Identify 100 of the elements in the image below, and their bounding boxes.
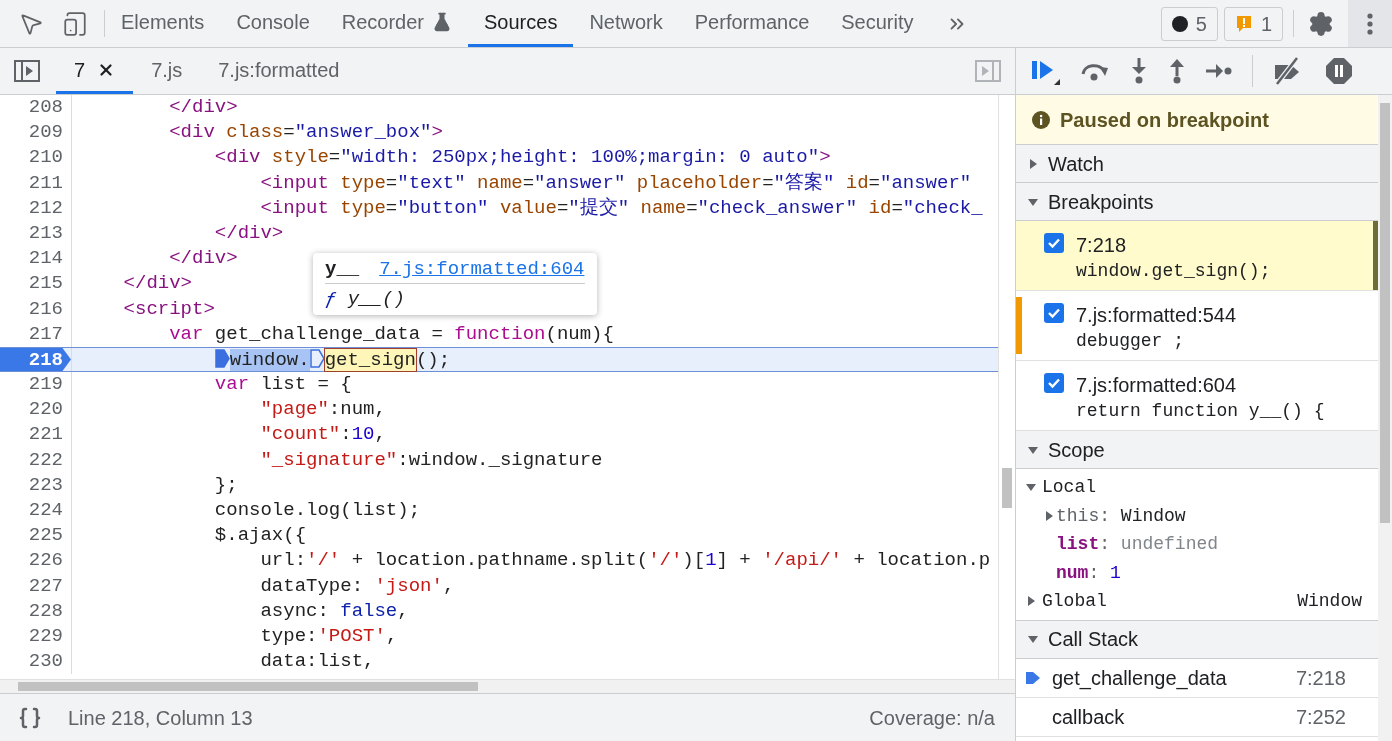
line-number[interactable]: 210 [28,145,71,171]
function-name: y__ [325,257,360,282]
line-number[interactable]: 212 [28,195,71,221]
line-number[interactable]: 214 [28,246,71,272]
code-line: var list = { [213,372,352,398]
line-number[interactable]: 217 [28,321,71,347]
variable[interactable]: list: undefined [1056,530,1219,559]
vertical-scrollbar[interactable] [1378,95,1392,741]
panel-tab[interactable]: Elements [105,0,221,47]
pause-on-exceptions-icon[interactable] [1325,57,1353,85]
sidebar-toggle-icon[interactable] [975,60,1001,82]
menu-button[interactable] [1348,0,1392,47]
code-line: var get_challenge_data = function(num){ [168,321,614,347]
expand-triangle-icon[interactable] [1044,510,1054,521]
stack-frame[interactable]: callback 7:252 [1016,697,1378,737]
line-number[interactable]: 209 [28,120,71,146]
frame-location: 7:218 [1295,665,1346,691]
line-number[interactable]: 224 [28,498,71,524]
issue-counter[interactable]: 1 [1223,6,1283,41]
breakpoint-item[interactable]: 7:218 window.get_sign(); [1016,221,1378,291]
line-number[interactable]: 211 [28,170,71,196]
line-number[interactable]: 222 [28,447,71,473]
more-options-icon [1367,12,1373,35]
navigator-toggle-icon[interactable] [14,60,40,82]
file-tab[interactable]: 7.js:formatted [200,48,358,94]
scope-value: Window [1297,590,1362,613]
variable[interactable]: this: Window [1056,501,1186,530]
stack-frame[interactable]: get_challenge_data 7:218 [1016,658,1378,698]
section-header[interactable]: Watch [1016,145,1378,183]
checkbox[interactable] [1044,373,1064,393]
file-tab[interactable]: 7.js [133,48,201,94]
pretty-print-icon[interactable] [18,705,42,730]
panel-tab[interactable]: Security [825,0,930,47]
cursor-position: Line 218, Column 13 [68,705,253,731]
line-number[interactable]: 221 [28,422,71,448]
scope-name[interactable]: Local [1042,473,1096,502]
triangle-icon[interactable] [1028,158,1038,169]
code-line: </div> [168,246,238,272]
checkbox[interactable] [1044,303,1064,323]
triangle-icon[interactable] [1028,634,1038,644]
line-number[interactable]: 213 [28,220,71,247]
settings-icon[interactable] [1308,10,1334,37]
section-header[interactable]: Breakpoints [1016,183,1378,221]
line-number[interactable]: 216 [28,296,71,322]
step-into-icon[interactable] [1130,58,1148,84]
frame-location: 7:252 [1295,704,1346,730]
triangle-icon[interactable] [1028,444,1038,455]
line-number[interactable]: 225 [28,523,71,549]
paused-banner: Paused on breakpoint [1016,95,1378,145]
line-number[interactable]: 219 [28,372,71,398]
breakpoint-code: debugger ; [1076,330,1186,353]
line-number[interactable]: 229 [28,623,71,650]
source-link[interactable]: 7.js:formatted:604 [379,256,585,282]
vertical-scrollbar[interactable] [998,95,1015,679]
breakpoint-location: 7.js:formatted:604 [1076,373,1238,397]
breakpoint-marker-icon[interactable] [309,348,325,368]
info-icon [1032,110,1050,129]
code-line: type:'POST', [259,623,398,649]
breakpoint-location: 7.js:formatted:544 [1076,303,1237,327]
warning-icon [1234,14,1253,33]
panel-tab[interactable]: Network [573,0,679,47]
code-line: "page":num, [259,397,386,423]
line-number[interactable]: 230 [28,649,71,675]
file-tab[interactable]: 7 [56,48,134,94]
code-line: "count":10, [259,422,386,448]
code-line: </div> [122,271,193,297]
line-number[interactable]: 227 [28,573,71,599]
expand-triangle-icon[interactable] [1026,482,1036,493]
line-number[interactable]: 218 [0,347,71,372]
step-out-icon[interactable] [1168,58,1186,84]
triangle-icon[interactable] [1028,196,1038,207]
code-line: "_signature":window._signature [259,447,603,473]
scope-name[interactable]: Global [1042,587,1107,616]
check-icon [1047,376,1061,390]
variable[interactable]: num: 1 [1056,558,1121,587]
panel-tab[interactable]: Performance [678,0,826,47]
check-icon [1047,306,1061,320]
line-number[interactable]: 228 [28,598,71,624]
checkbox[interactable] [1044,233,1064,253]
section-header[interactable]: Scope [1016,431,1378,469]
code-line: async: false, [259,598,409,624]
panel-tab[interactable]: Console [220,0,326,47]
device-icon[interactable] [62,10,88,37]
code-line: url:'/' + location.pathname.split('/')[1] + '/api/' + location.p [259,548,991,574]
line-number[interactable]: 223 [28,472,71,498]
line-number[interactable]: 208 [28,95,71,121]
line-number[interactable]: 215 [28,271,71,297]
horizontal-scrollbar[interactable] [0,679,1015,693]
breakpoint-code: return function y__() { [1076,400,1325,423]
line-number[interactable]: 226 [28,548,71,574]
line-number[interactable]: 220 [28,397,71,423]
step-icon[interactable] [1206,62,1232,80]
code-line: </div> [168,95,238,120]
code-line: <script> [122,296,215,322]
issue-counter[interactable]: 5 [1160,6,1218,41]
breakpoint-location: 7:218 [1076,233,1128,257]
section-header[interactable]: Call Stack [1016,620,1378,659]
code-line: }; [213,472,238,498]
expand-triangle-icon[interactable] [1026,596,1036,607]
panel-tab[interactable]: Recorder [325,0,469,47]
